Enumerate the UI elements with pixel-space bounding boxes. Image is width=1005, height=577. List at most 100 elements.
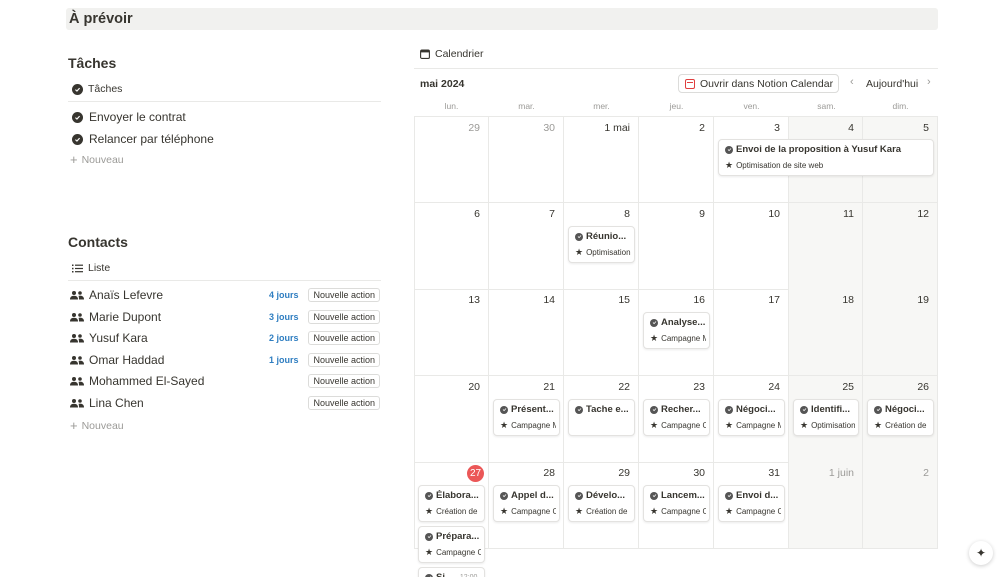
tasks-view-tab[interactable]: Tâches: [72, 83, 122, 95]
calendar-day-cell[interactable]: 1 mai: [564, 116, 639, 203]
check-circle-icon: [425, 573, 433, 577]
day-number: 18: [842, 294, 854, 306]
event-project: Campagne C: [661, 507, 706, 516]
open-notion-calendar-label: Ouvrir dans Notion Calendar: [700, 77, 834, 90]
calendar-event[interactable]: Si...12:00: [418, 567, 485, 577]
contact-row[interactable]: Yusuf Kara 2 jours Nouvelle action: [70, 328, 380, 348]
calendar-view-tab[interactable]: Calendrier: [420, 48, 483, 60]
check-circle-icon: [650, 318, 658, 327]
day-number: 26: [917, 381, 929, 393]
calendar-icon: [420, 49, 430, 59]
calendar-event[interactable]: Présent... ★ Campagne M: [493, 399, 560, 436]
event-title: Prépara...: [436, 531, 480, 542]
people-icon: [70, 334, 84, 343]
calendar-event[interactable]: Appel d... ★ Campagne C: [493, 485, 560, 522]
event-title: Négoci...: [885, 404, 925, 415]
calendar-day-cell[interactable]: 13: [414, 289, 489, 376]
calendar-day-cell[interactable]: 7: [489, 203, 564, 290]
calendar-event[interactable]: Analyse... ★ Campagne M: [643, 312, 710, 349]
check-circle-icon: [575, 491, 583, 500]
day-number: 30: [543, 122, 555, 134]
new-action-button[interactable]: Nouvelle action: [308, 352, 380, 367]
event-title-row: Identifi...: [800, 404, 855, 415]
new-action-button[interactable]: Nouvelle action: [308, 374, 380, 389]
star-icon: ★: [650, 507, 659, 516]
new-action-button[interactable]: Nouvelle action: [308, 396, 380, 410]
calendar-event[interactable]: Identifi... ★ Optimisation: [793, 399, 859, 436]
calendar-day-cell[interactable]: 17: [714, 289, 789, 376]
star-icon: ★: [725, 421, 734, 430]
weekday-label: mar.: [518, 101, 535, 111]
event-title: Appel d...: [511, 490, 554, 501]
list-icon: [72, 264, 83, 272]
star-icon: ★: [425, 507, 434, 516]
calendar-day-cell[interactable]: 14: [489, 289, 564, 376]
calendar-day-cell[interactable]: 6: [414, 203, 489, 290]
contacts-view-tab[interactable]: Liste: [72, 262, 110, 274]
calendar-event[interactable]: Tache e...: [568, 399, 635, 436]
contact-row[interactable]: Mohammed El-Sayed Nouvelle action: [70, 371, 380, 391]
calendar-event[interactable]: Recher... ★ Campagne C: [643, 399, 710, 436]
day-number: 15: [618, 294, 630, 306]
star-icon: ★: [650, 334, 659, 343]
calendar-event[interactable]: Négoci... ★ Création de: [867, 399, 934, 436]
event-title-row: Analyse...: [650, 317, 706, 328]
calendar-day-cell[interactable]: 2: [639, 116, 714, 203]
calendar-day-cell[interactable]: 11: [789, 203, 863, 290]
calendar-event[interactable]: Envoi de la proposition à Yusuf Kara ★ Opt…: [718, 139, 934, 176]
day-number: 6: [474, 208, 480, 220]
calendar-event[interactable]: Dévelo... ★ Création de: [568, 485, 635, 522]
check-circle-icon: [425, 491, 433, 500]
calendar-day-cell[interactable]: 19: [863, 289, 938, 376]
event-title-row: Réunio...: [575, 231, 631, 242]
chevron-right-icon[interactable]: ›: [927, 76, 931, 88]
day-number: 22: [618, 381, 630, 393]
event-title: Réunio...: [586, 231, 627, 242]
today-button[interactable]: Aujourd'hui: [866, 78, 918, 90]
calendar-day-cell[interactable]: 9: [639, 203, 714, 290]
calendar-event[interactable]: Lancem... ★ Campagne C: [643, 485, 710, 522]
calendar-day-cell[interactable]: 20: [414, 376, 489, 463]
open-notion-calendar-button[interactable]: Ouvrir dans Notion Calendar: [678, 74, 839, 93]
tasks-new-button[interactable]: + Nouveau: [70, 153, 124, 166]
contacts-section-title: Contacts: [68, 234, 128, 250]
calendar-day-cell[interactable]: 10: [714, 203, 789, 290]
calendar-day-cell[interactable]: 12: [863, 203, 938, 290]
tasks-new-label: Nouveau: [81, 153, 124, 166]
new-action-button[interactable]: Nouvelle action: [308, 309, 380, 324]
calendar-event[interactable]: Réunio... ★ Optimisation: [568, 226, 635, 263]
new-action-button[interactable]: Nouvelle action: [308, 288, 380, 302]
contact-row[interactable]: Omar Haddad 1 jours Nouvelle action: [70, 350, 380, 370]
check-circle-icon: [500, 405, 508, 414]
calendar-event[interactable]: Envoi d... ★ Campagne C: [718, 485, 785, 522]
calendar-day-cell[interactable]: 29: [414, 116, 489, 203]
check-circle-icon: [650, 405, 658, 414]
task-item[interactable]: Relancer par téléphone: [72, 132, 214, 146]
day-number: 17: [768, 294, 780, 306]
new-action-button[interactable]: Nouvelle action: [308, 331, 380, 346]
event-project: Optimisation de site web: [736, 161, 824, 170]
chevron-left-icon[interactable]: ‹: [850, 76, 854, 88]
event-title-row: Négoci...: [725, 404, 781, 415]
calendar-day-cell[interactable]: 18: [789, 289, 863, 376]
contact-row[interactable]: Anaïs Lefevre 4 jours Nouvelle action: [70, 285, 380, 305]
calendar-divider: [414, 68, 938, 69]
contacts-new-button[interactable]: + Nouveau: [70, 419, 124, 432]
event-title-row: Lancem...: [650, 490, 706, 501]
sparkle-icon[interactable]: ✦: [969, 541, 993, 565]
contact-row[interactable]: Marie Dupont 3 jours Nouvelle action: [70, 307, 380, 327]
contact-row[interactable]: Lina Chen Nouvelle action: [70, 393, 380, 413]
event-title-row: Présent...: [500, 404, 556, 415]
calendar-event[interactable]: Négoci... ★ Campagne M: [718, 399, 785, 436]
calendar-day-cell[interactable]: 1 juin: [789, 462, 863, 549]
calendar-day-cell[interactable]: 15: [564, 289, 639, 376]
calendar-day-cell[interactable]: 30: [489, 116, 564, 203]
event-project: Campagne M: [736, 421, 781, 430]
task-item[interactable]: Envoyer le contrat: [72, 110, 186, 124]
day-number: 31: [768, 467, 780, 479]
tasks-section-title: Tâches: [68, 55, 117, 71]
day-number: 5: [923, 122, 929, 134]
calendar-event[interactable]: Prépara... ★ Campagne C: [418, 526, 485, 563]
calendar-event[interactable]: Élabora... ★ Création de: [418, 485, 485, 522]
calendar-day-cell[interactable]: 2: [863, 462, 938, 549]
